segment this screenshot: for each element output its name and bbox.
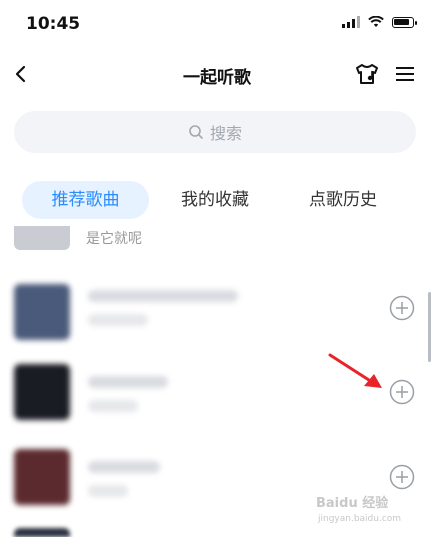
song-artist-blurred — [88, 400, 138, 412]
tab-my-favorites[interactable]: 我的收藏 — [160, 181, 270, 219]
watermark: Baidu 经验 — [316, 496, 389, 511]
tab-song-history[interactable]: 点歌历史 — [288, 181, 398, 219]
watermark-url: jingyan.baidu.com — [318, 514, 402, 524]
tab-bar: 推荐歌曲 我的收藏 点歌历史 — [0, 181, 434, 219]
partial-cover-image — [14, 528, 70, 537]
battery-icon — [392, 16, 417, 28]
annotation-arrow-icon — [328, 353, 382, 388]
partial-cover-image — [14, 226, 70, 250]
song-cover — [14, 284, 70, 340]
status-icons — [342, 16, 417, 28]
song-title-blurred — [88, 376, 168, 388]
search-placeholder: 搜索 — [209, 124, 242, 143]
menu-icon[interactable] — [394, 64, 416, 84]
status-time: 10:45 — [26, 14, 81, 34]
partial-item-text: 是它就呢 — [86, 231, 142, 247]
song-artist-blurred — [88, 485, 128, 497]
add-song-button[interactable] — [389, 379, 415, 405]
list-item[interactable] — [0, 278, 434, 348]
cellular-signal-icon — [342, 16, 360, 28]
wifi-icon — [368, 16, 384, 27]
search-bar[interactable]: 搜索 — [14, 111, 416, 153]
song-cover — [14, 449, 70, 505]
song-artist-blurred — [88, 314, 148, 326]
song-title-blurred — [88, 290, 238, 302]
scrollbar[interactable] — [428, 292, 431, 362]
search-icon — [189, 125, 203, 139]
add-song-button[interactable] — [389, 295, 415, 321]
song-title-blurred — [88, 461, 160, 473]
add-song-button[interactable] — [389, 464, 415, 490]
tab-recommended-songs[interactable]: 推荐歌曲 — [22, 181, 149, 219]
skin-tshirt-icon[interactable] — [354, 62, 380, 86]
song-cover — [14, 364, 70, 420]
